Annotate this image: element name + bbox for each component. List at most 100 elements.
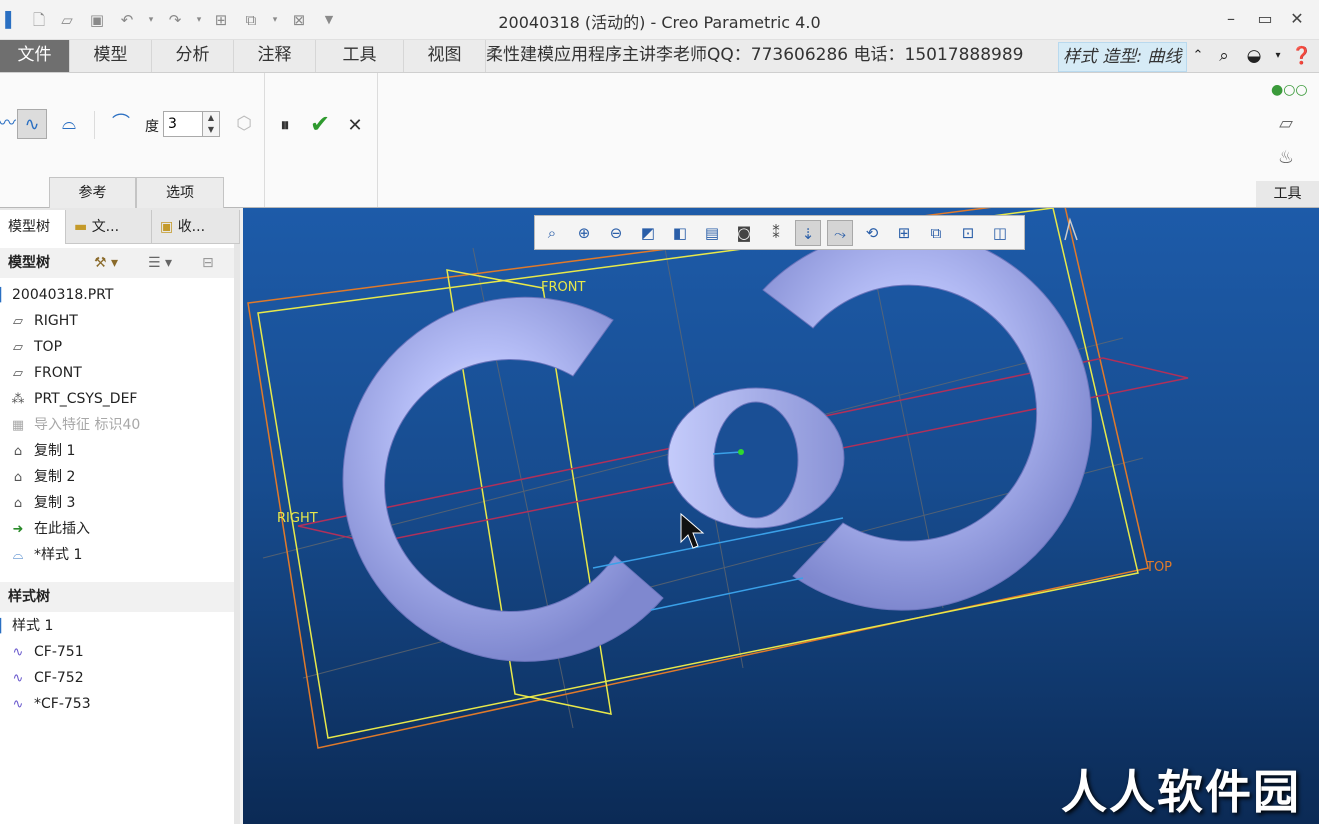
favorites-icon: ▣ [160, 219, 178, 235]
curve-icon: ∿ [12, 671, 24, 686]
curve-icon: ∿ [12, 697, 24, 712]
style-tree-item-cf751[interactable]: ∿ CF-751 [0, 639, 236, 665]
tab-file[interactable]: 文件 [0, 40, 70, 72]
tree-item-front[interactable]: ▱ FRONT [0, 360, 236, 386]
tree-item-copy-2[interactable]: ⌂ 复制 2 [0, 464, 236, 490]
display-style-icon[interactable]: ◧ [667, 220, 693, 246]
surface-edit-icon[interactable]: ▱ [1271, 109, 1301, 139]
tree-item-label: RIGHT [34, 313, 78, 329]
style-icon: ▏ [0, 619, 10, 634]
pause-icon[interactable]: ⏸ [270, 111, 300, 141]
tree-settings-icon[interactable]: ⚒ ▾ [94, 248, 118, 278]
degree-spinner[interactable]: ▲ ▼ [202, 111, 220, 137]
zoom-out-icon[interactable]: ⊖ [603, 220, 629, 246]
tab-tools[interactable]: 工具 [316, 40, 404, 72]
model-scene: FRONT RIGHT TOP [247, 208, 1189, 749]
tree-item-label: 复制 2 [34, 469, 76, 485]
navigator-scrollbar[interactable] [234, 244, 240, 824]
tree-filter-icon[interactable]: ☰ ▾ [148, 248, 172, 278]
curve-display-icon[interactable]: ⤳ [827, 220, 853, 246]
tab-model-tree[interactable]: 模型树 [0, 210, 66, 244]
navigator-panel: 模型树 ▬ 文... ▣ 收... 模型树 ⚒ ▾ ☰ ▾ ⊟ ▏ 2004031… [0, 208, 240, 824]
tree-item-right[interactable]: ▱ RIGHT [0, 308, 236, 334]
style-tree-item-root[interactable]: ▏ 样式 1 [0, 613, 236, 639]
tab-references[interactable]: 参考 [49, 177, 136, 208]
graphics-viewport[interactable]: FRONT RIGHT TOP ⌕ ⊕ ⊖ ◩ ◧ ▤ ◙ ⁑ ⇣ ⤳ ⟲ ⊞ … [243, 208, 1319, 824]
datum-display-icon[interactable]: ⁑ [763, 220, 789, 246]
import-icon: ▦ [11, 418, 25, 433]
tab-folder-browser[interactable]: ▬ 文... [66, 210, 152, 244]
zoom-in-icon[interactable]: ⊕ [571, 220, 597, 246]
model-tree-tab-label: 模型树 [8, 219, 50, 235]
search-icon[interactable]: ⌕ [1212, 44, 1236, 68]
collapse-ribbon-icon[interactable]: ⌃ [1186, 44, 1210, 68]
plane-display-icon[interactable]: ⧉ [923, 220, 949, 246]
tree-item-label: 导入特征 标识40 [34, 417, 141, 433]
annotation-display-icon[interactable]: ⇣ [795, 220, 821, 246]
maximize-button[interactable]: ▭ [1250, 8, 1280, 30]
navigator-tabs: 模型树 ▬ 文... ▣ 收... [0, 208, 240, 244]
tree-item-insert-here[interactable]: ➜ 在此插入 [0, 516, 236, 542]
style-icon: ⌓ [12, 548, 24, 563]
left-c-torus[interactable] [342, 296, 664, 662]
repaint-icon[interactable]: ◩ [635, 220, 661, 246]
grid-display-icon[interactable]: ⊞ [891, 220, 917, 246]
refit-icon[interactable]: ⌕ [539, 220, 565, 246]
copy-icon: ⌂ [13, 444, 23, 459]
style-tree-item-cf752[interactable]: ∿ CF-752 [0, 665, 236, 691]
window-title: 20040318 (活动的) - Creo Parametric 4.0 [498, 13, 821, 32]
tab-favorites[interactable]: ▣ 收... [152, 210, 240, 244]
style-tree-header: 样式树 [0, 582, 236, 612]
shaded-surface-icon[interactable]: ⬡ [229, 109, 259, 139]
tab-style[interactable]: 样式 造型: 曲线 [1058, 42, 1187, 72]
community-dropdown-icon[interactable]: ▾ [1266, 44, 1290, 68]
tree-item-top[interactable]: ▱ TOP [0, 334, 236, 360]
connect-points-icon[interactable]: ●○○ [1271, 75, 1308, 105]
datum-plane-icon: ▱ [13, 366, 23, 381]
tab-model[interactable]: 模型 [70, 40, 152, 72]
spin-center-toggle-icon[interactable]: ⟲ [859, 220, 885, 246]
folder-tab-label: 文... [91, 219, 120, 235]
help-icon[interactable]: ❓ [1290, 44, 1314, 68]
tree-item-copy-1[interactable]: ⌂ 复制 1 [0, 438, 236, 464]
tree-item-copy-3[interactable]: ⌂ 复制 3 [0, 490, 236, 516]
tree-item-part[interactable]: ▏ 20040318.PRT [0, 282, 236, 308]
copy-icon: ⌂ [13, 470, 23, 485]
minimize-button[interactable]: – [1216, 8, 1246, 30]
view-manager-icon[interactable]: ◙ [731, 220, 757, 246]
close-button[interactable]: ✕ [1282, 8, 1312, 30]
top-plane-label: TOP [1145, 560, 1172, 575]
datum-plane-icon: ▱ [13, 314, 23, 329]
degree-icon: ⌒ [112, 113, 130, 134]
style-tree-item-cf753[interactable]: ∿ *CF-753 [0, 691, 236, 717]
tab-view[interactable]: 视图 [404, 40, 486, 72]
style-tree-title: 样式树 [8, 589, 50, 605]
model-tree-header: 模型树 ⚒ ▾ ☰ ▾ ⊟ [0, 248, 236, 278]
csys-origin-point[interactable] [738, 449, 744, 455]
tree-item-csys[interactable]: ⁂ PRT_CSYS_DEF [0, 386, 236, 412]
ribbon-panel: 〰 ∿ ⌓ ⌒ 度 ▲▼ ⬡ ⏸ ✔ ✕ 参考 选项 ●○○ ▱ ♨ 工具 [0, 73, 1319, 208]
tab-analysis[interactable]: 分析 [152, 40, 234, 72]
tree-item-import[interactable]: ▦ 导入特征 标识40 [0, 412, 236, 438]
confirm-check-icon[interactable]: ✔ [305, 109, 335, 139]
right-plane-label: RIGHT [277, 511, 318, 526]
planar-curve-icon[interactable]: ∿ [17, 109, 47, 139]
tree-columns-icon[interactable]: ⊟ [202, 248, 214, 278]
active-plane-icon[interactable]: ⊡ [955, 220, 981, 246]
analysis-tool-icon[interactable]: ♨ [1271, 143, 1301, 173]
tree-item-label: TOP [34, 339, 63, 355]
cancel-x-icon[interactable]: ✕ [340, 111, 370, 141]
tab-options[interactable]: 选项 [136, 177, 224, 208]
tools-group-label[interactable]: 工具 [1256, 181, 1319, 207]
tree-item-label: 复制 3 [34, 495, 76, 511]
tree-item-label: 20040318.PRT [12, 287, 114, 303]
saved-orientations-icon[interactable]: ▤ [699, 220, 725, 246]
tree-item-style-1[interactable]: ⌓ *样式 1 [0, 542, 236, 568]
community-icon[interactable]: ◒ [1242, 44, 1266, 68]
folder-icon: ▬ [74, 219, 92, 235]
cos-curve-icon[interactable]: ⌓ [54, 109, 84, 139]
tab-annotate[interactable]: 注释 [234, 40, 316, 72]
degree-field[interactable] [163, 111, 203, 137]
view-split-icon[interactable]: ◫ [987, 220, 1013, 246]
tree-item-label: FRONT [34, 365, 82, 381]
